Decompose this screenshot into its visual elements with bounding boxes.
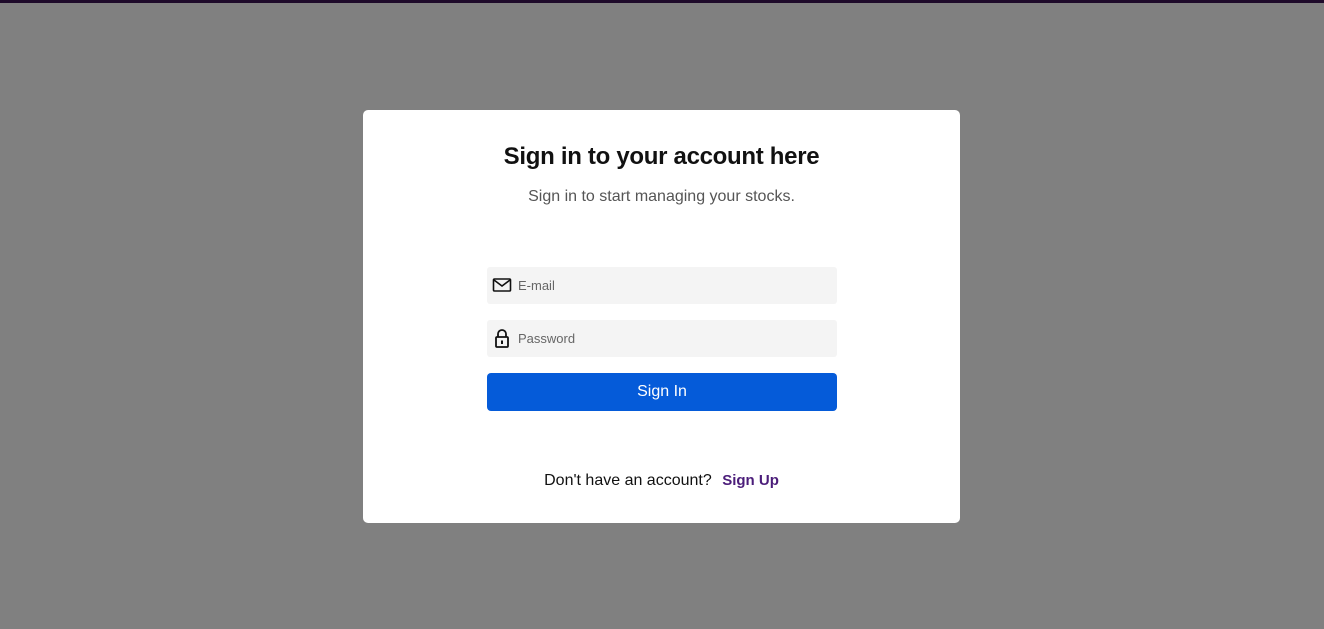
signup-prompt-text: Don't have an account? — [544, 472, 712, 489]
password-input[interactable] — [518, 320, 828, 357]
signin-button[interactable]: Sign In — [487, 373, 837, 411]
signin-modal: Sign in to your account here Sign in to … — [363, 110, 960, 523]
page-subtitle: Sign in to start managing your stocks. — [528, 188, 795, 205]
email-field[interactable] — [487, 267, 837, 304]
lock-icon — [492, 328, 512, 348]
signup-link[interactable]: Sign Up — [722, 472, 779, 489]
top-strip — [0, 0, 1324, 3]
email-input[interactable] — [518, 267, 828, 304]
mail-icon — [492, 275, 512, 295]
password-field[interactable] — [487, 320, 837, 357]
signup-prompt: Don't have an account? Sign Up — [363, 472, 960, 490]
page-title: Sign in to your account here — [503, 143, 820, 170]
